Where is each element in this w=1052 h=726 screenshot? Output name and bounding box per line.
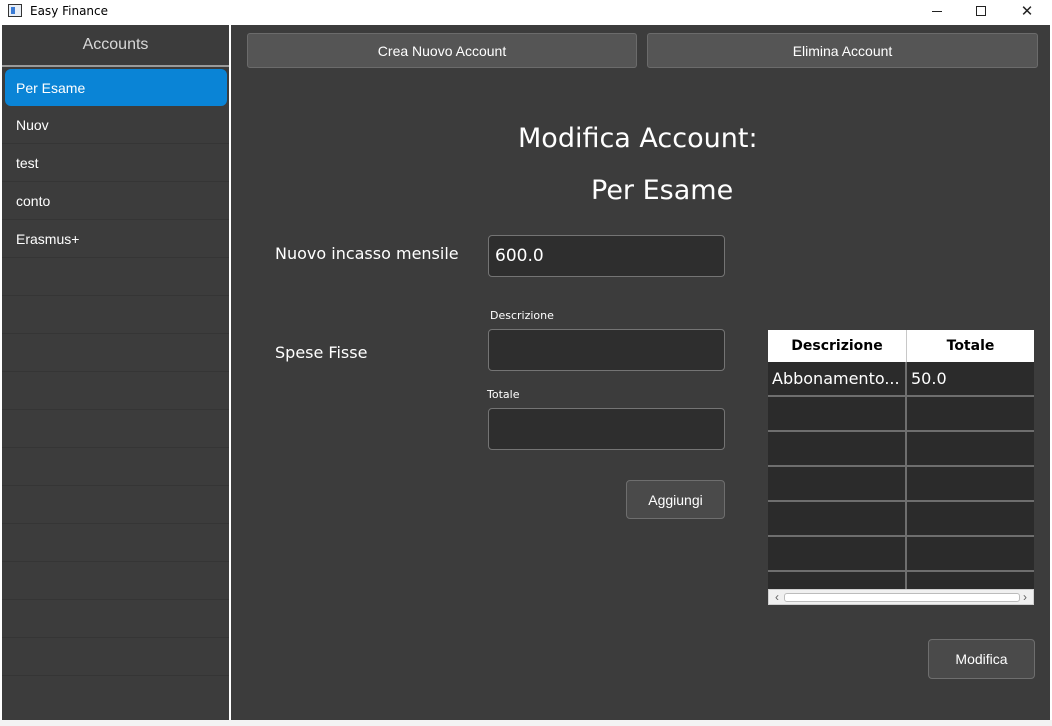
scroll-left-icon[interactable]: ‹ (770, 590, 784, 604)
income-label: Nuovo incasso mensile (275, 244, 459, 263)
empty-table-row (768, 397, 1034, 432)
empty-list-row (2, 372, 229, 410)
window-title: Easy Finance (30, 4, 109, 18)
accounts-list[interactable]: Per Esame Nuov test conto Erasmus+ (2, 68, 229, 676)
close-button[interactable]: ✕ (1004, 0, 1050, 22)
empty-table-row (768, 432, 1034, 467)
empty-table-row (768, 467, 1034, 502)
empty-list-row (2, 258, 229, 296)
fixed-expenses-label: Spese Fisse (275, 343, 368, 362)
main-panel: Crea Nuovo Account Elimina Account Modif… (231, 25, 1050, 720)
account-item-erasmus[interactable]: Erasmus+ (2, 220, 229, 258)
table-body: Abbonamento... 50.0 (768, 362, 1034, 605)
edit-account-title: Modifica Account: (518, 123, 758, 154)
table-row[interactable]: Abbonamento... 50.0 (768, 362, 1034, 397)
accounts-sidebar: Accounts Per Esame Nuov test conto Erasm… (2, 25, 229, 720)
empty-list-row (2, 638, 229, 676)
account-item-per-esame[interactable]: Per Esame (5, 69, 227, 106)
delete-account-button[interactable]: Elimina Account (647, 33, 1038, 68)
empty-cell (768, 397, 907, 430)
empty-list-row (2, 524, 229, 562)
empty-list-row (2, 486, 229, 524)
minimize-icon (932, 10, 942, 12)
empty-list-row (2, 334, 229, 372)
cell-total: 50.0 (911, 369, 947, 388)
modify-button[interactable]: Modifica (928, 639, 1035, 679)
empty-list-row (2, 296, 229, 334)
empty-cell (768, 502, 907, 535)
window-titlebar: Easy Finance ✕ (0, 0, 1052, 24)
window-bottom-edge (0, 720, 1052, 726)
empty-cell (907, 432, 1034, 465)
income-input[interactable]: 600.0 (488, 235, 725, 277)
maximize-icon (976, 6, 986, 16)
cell-description: Abbonamento... (768, 362, 907, 395)
accounts-header: Accounts (2, 25, 229, 67)
table-header: Descrizione Totale (768, 330, 1034, 362)
empty-cell (907, 467, 1034, 500)
close-icon: ✕ (1020, 2, 1034, 20)
empty-cell (907, 537, 1034, 570)
empty-list-row (2, 562, 229, 600)
account-name-heading: Per Esame (591, 175, 734, 206)
add-button[interactable]: Aggiungi (626, 480, 725, 519)
empty-list-row (2, 410, 229, 448)
empty-cell (907, 502, 1034, 535)
minimize-button[interactable] (914, 0, 960, 22)
empty-table-row (768, 502, 1034, 537)
scroll-right-icon[interactable]: › (1018, 590, 1032, 604)
column-header-description[interactable]: Descrizione (768, 330, 907, 362)
empty-table-row (768, 537, 1034, 572)
account-item-test[interactable]: test (2, 144, 229, 182)
app-icon (8, 4, 22, 17)
fixed-expenses-table: Descrizione Totale Abbonamento... 50.0 ‹… (768, 330, 1034, 605)
empty-cell (768, 537, 907, 570)
total-input[interactable] (488, 408, 725, 450)
empty-cell (768, 467, 907, 500)
empty-cell (907, 397, 1034, 430)
empty-cell (768, 432, 907, 465)
description-input[interactable] (488, 329, 725, 371)
create-account-button[interactable]: Crea Nuovo Account (247, 33, 637, 68)
empty-list-row (2, 600, 229, 638)
horizontal-scrollbar[interactable]: ‹ › (768, 589, 1034, 605)
maximize-button[interactable] (958, 0, 1004, 22)
scroll-thumb[interactable] (784, 593, 1020, 602)
column-header-total[interactable]: Totale (907, 330, 1034, 362)
empty-list-row (2, 448, 229, 486)
account-item-nuov[interactable]: Nuov (2, 106, 229, 144)
total-label: Totale (487, 388, 520, 401)
account-item-conto[interactable]: conto (2, 182, 229, 220)
description-label: Descrizione (490, 309, 554, 322)
